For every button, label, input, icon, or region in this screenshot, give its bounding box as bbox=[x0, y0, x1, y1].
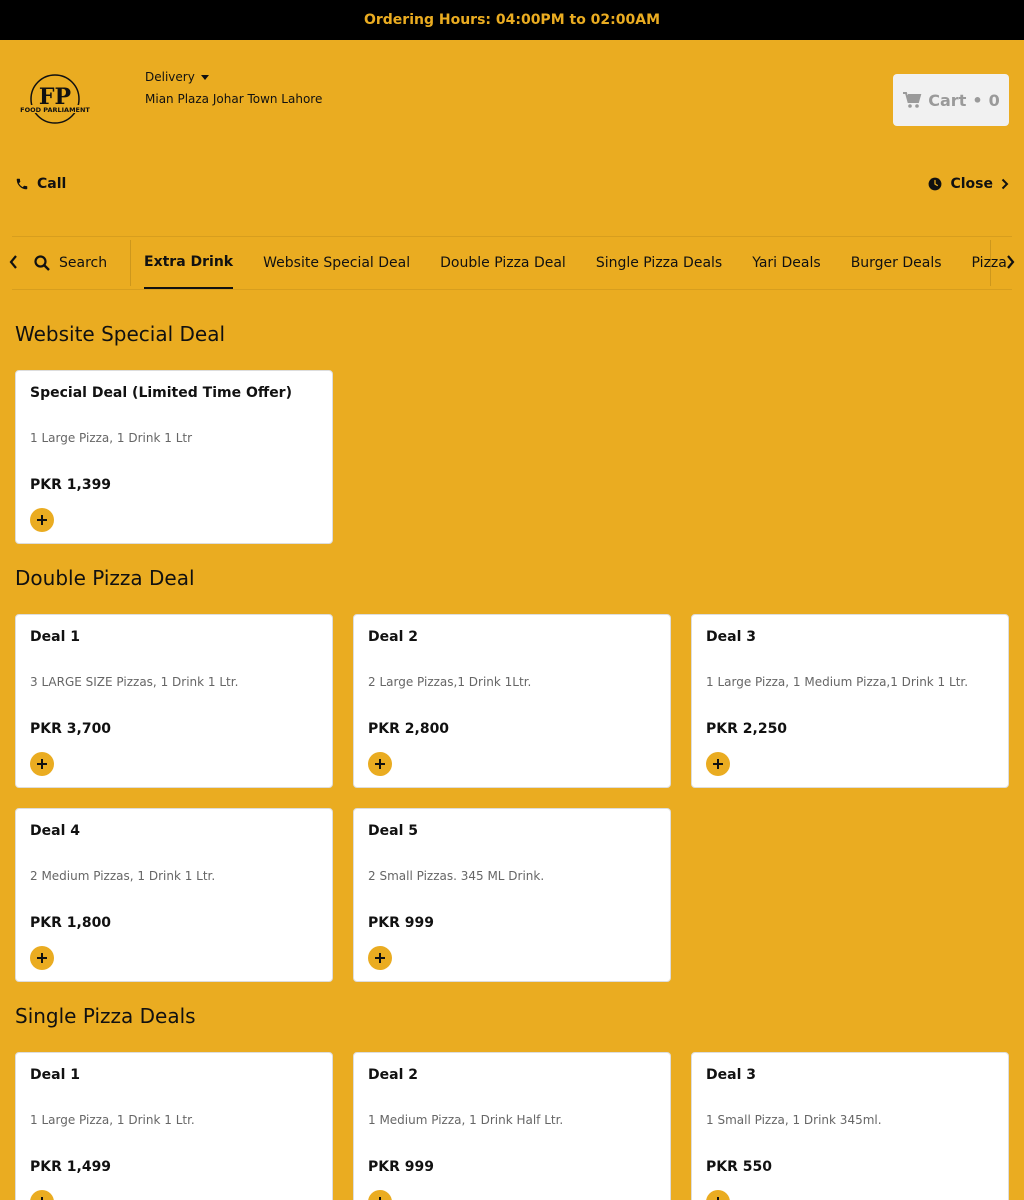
cart-separator: • bbox=[972, 90, 983, 110]
nav-divider bbox=[990, 240, 991, 286]
menu-item-card[interactable]: Deal 2 1 Medium Pizza, 1 Drink Half Ltr.… bbox=[353, 1052, 671, 1200]
search-icon bbox=[34, 255, 50, 271]
category-nav: Search Extra Drink Website Special Deal … bbox=[9, 236, 1015, 290]
menu-item-card[interactable]: Deal 1 1 Large Pizza, 1 Drink 1 Ltr. PKR… bbox=[15, 1052, 333, 1200]
nav-divider bbox=[130, 240, 131, 286]
item-description: 1 Medium Pizza, 1 Drink Half Ltr. bbox=[368, 1113, 564, 1127]
delivery-mode-dropdown[interactable]: Delivery bbox=[145, 70, 322, 84]
item-name: Deal 3 bbox=[706, 1067, 756, 1083]
search-label: Search bbox=[59, 255, 108, 271]
item-name: Special Deal (Limited Time Offer) bbox=[30, 385, 292, 401]
add-to-cart-button[interactable] bbox=[368, 752, 392, 776]
cart-label: Cart bbox=[928, 90, 967, 110]
tab-single-pizza-deals[interactable]: Single Pizza Deals bbox=[596, 237, 722, 289]
ordering-hours-text: Ordering Hours: 04:00PM to 02:00AM bbox=[363, 12, 661, 28]
add-to-cart-button[interactable] bbox=[30, 1190, 54, 1200]
item-name: Deal 2 bbox=[368, 1067, 418, 1083]
category-tabs: Extra Drink Website Special Deal Double … bbox=[144, 237, 1024, 289]
add-to-cart-button[interactable] bbox=[30, 946, 54, 970]
plus-icon bbox=[41, 1197, 43, 1200]
phone-icon bbox=[16, 178, 28, 190]
add-to-cart-button[interactable] bbox=[30, 508, 54, 532]
menu-item-card[interactable]: Deal 2 2 Large Pizzas,1 Drink 1Ltr. PKR … bbox=[353, 614, 671, 788]
tab-extra-drink[interactable]: Extra Drink bbox=[144, 237, 234, 289]
plus-icon bbox=[375, 759, 385, 769]
tab-yari-deals[interactable]: Yari Deals bbox=[752, 237, 820, 289]
add-to-cart-button[interactable] bbox=[706, 1190, 730, 1200]
cart-count: 0 bbox=[988, 90, 1000, 110]
plus-icon bbox=[375, 953, 385, 963]
item-name: Deal 5 bbox=[368, 823, 418, 839]
item-price: PKR 550 bbox=[706, 1159, 772, 1175]
menu-item-card[interactable]: Special Deal (Limited Time Offer) 1 Larg… bbox=[15, 370, 333, 544]
clock-icon bbox=[929, 177, 942, 191]
add-to-cart-button[interactable] bbox=[706, 752, 730, 776]
logo-mark-icon: FP FOOD PARLIAMENT bbox=[20, 74, 90, 124]
plus-icon bbox=[713, 759, 723, 769]
chevron-down-icon bbox=[200, 74, 209, 80]
menu-item-card[interactable]: Deal 4 2 Medium Pizzas, 1 Drink 1 Ltr. P… bbox=[15, 808, 333, 982]
add-to-cart-button[interactable] bbox=[368, 1190, 392, 1200]
ordering-hours-bar: Ordering Hours: 04:00PM to 02:00AM bbox=[0, 0, 1024, 40]
item-name: Deal 4 bbox=[30, 823, 80, 839]
item-description: 2 Small Pizzas. 345 ML Drink. bbox=[368, 869, 545, 883]
chevron-right-icon bbox=[1001, 178, 1009, 190]
cart-button[interactable]: Cart • 0 bbox=[893, 74, 1009, 126]
call-label: Call bbox=[37, 176, 67, 192]
item-description: 1 Large Pizza, 1 Medium Pizza,1 Drink 1 … bbox=[706, 675, 969, 689]
add-to-cart-button[interactable] bbox=[368, 946, 392, 970]
cart-icon bbox=[903, 92, 922, 108]
menu-item-card[interactable]: Deal 3 1 Small Pizza, 1 Drink 345ml. PKR… bbox=[691, 1052, 1009, 1200]
restaurant-logo[interactable]: FP FOOD PARLIAMENT bbox=[20, 74, 90, 126]
item-description: 1 Large Pizza, 1 Drink 1 Ltr bbox=[30, 431, 193, 445]
menu-item-card[interactable]: Deal 3 1 Large Pizza, 1 Medium Pizza,1 D… bbox=[691, 614, 1009, 788]
item-price: PKR 3,700 bbox=[30, 721, 112, 737]
tab-website-special-deal[interactable]: Website Special Deal bbox=[263, 237, 410, 289]
item-price: PKR 1,399 bbox=[30, 477, 112, 493]
plus-icon bbox=[37, 953, 47, 963]
item-description: 2 Medium Pizzas, 1 Drink 1 Ltr. bbox=[30, 869, 216, 883]
item-name: Deal 2 bbox=[368, 629, 418, 645]
call-button[interactable]: Call bbox=[15, 176, 66, 192]
plus-icon bbox=[717, 1197, 719, 1200]
item-price: PKR 999 bbox=[368, 915, 434, 931]
item-description: 2 Large Pizzas,1 Drink 1Ltr. bbox=[368, 675, 532, 689]
item-price: PKR 999 bbox=[368, 1159, 434, 1175]
item-name: Deal 1 bbox=[30, 1067, 80, 1083]
close-label: Close bbox=[950, 176, 993, 192]
item-description: 1 Large Pizza, 1 Drink 1 Ltr. bbox=[30, 1113, 195, 1127]
section-title: Website Special Deal bbox=[15, 322, 226, 346]
plus-icon bbox=[37, 759, 47, 769]
close-button[interactable]: Close bbox=[928, 176, 1009, 192]
menu-item-card[interactable]: Deal 1 3 LARGE SIZE Pizzas, 1 Drink 1 Lt… bbox=[15, 614, 333, 788]
section-title: Single Pizza Deals bbox=[15, 1004, 196, 1028]
item-price: PKR 2,250 bbox=[706, 721, 788, 737]
scroll-left-icon[interactable] bbox=[8, 254, 20, 274]
add-to-cart-button[interactable] bbox=[30, 752, 54, 776]
tab-double-pizza-deal[interactable]: Double Pizza Deal bbox=[440, 237, 566, 289]
delivery-location[interactable]: Delivery Mian Plaza Johar Town Lahore bbox=[145, 70, 322, 106]
plus-icon bbox=[379, 1197, 381, 1200]
item-price: PKR 2,800 bbox=[368, 721, 450, 737]
item-price: PKR 1,800 bbox=[30, 915, 112, 931]
item-description: 1 Small Pizza, 1 Drink 345ml. bbox=[706, 1113, 882, 1127]
scroll-right-icon[interactable] bbox=[1004, 254, 1016, 274]
item-price: PKR 1,499 bbox=[30, 1159, 112, 1175]
item-description: 3 LARGE SIZE Pizzas, 1 Drink 1 Ltr. bbox=[30, 675, 239, 689]
delivery-address: Mian Plaza Johar Town Lahore bbox=[145, 92, 323, 106]
item-name: Deal 1 bbox=[30, 629, 80, 645]
section-title: Double Pizza Deal bbox=[15, 566, 195, 590]
plus-icon bbox=[37, 515, 47, 525]
delivery-mode-label: Delivery bbox=[145, 70, 195, 84]
search-button[interactable]: Search bbox=[34, 237, 107, 289]
menu-item-card[interactable]: Deal 5 2 Small Pizzas. 345 ML Drink. PKR… bbox=[353, 808, 671, 982]
svg-text:FOOD PARLIAMENT: FOOD PARLIAMENT bbox=[20, 106, 90, 114]
tab-burger-deals[interactable]: Burger Deals bbox=[851, 237, 942, 289]
item-name: Deal 3 bbox=[706, 629, 756, 645]
